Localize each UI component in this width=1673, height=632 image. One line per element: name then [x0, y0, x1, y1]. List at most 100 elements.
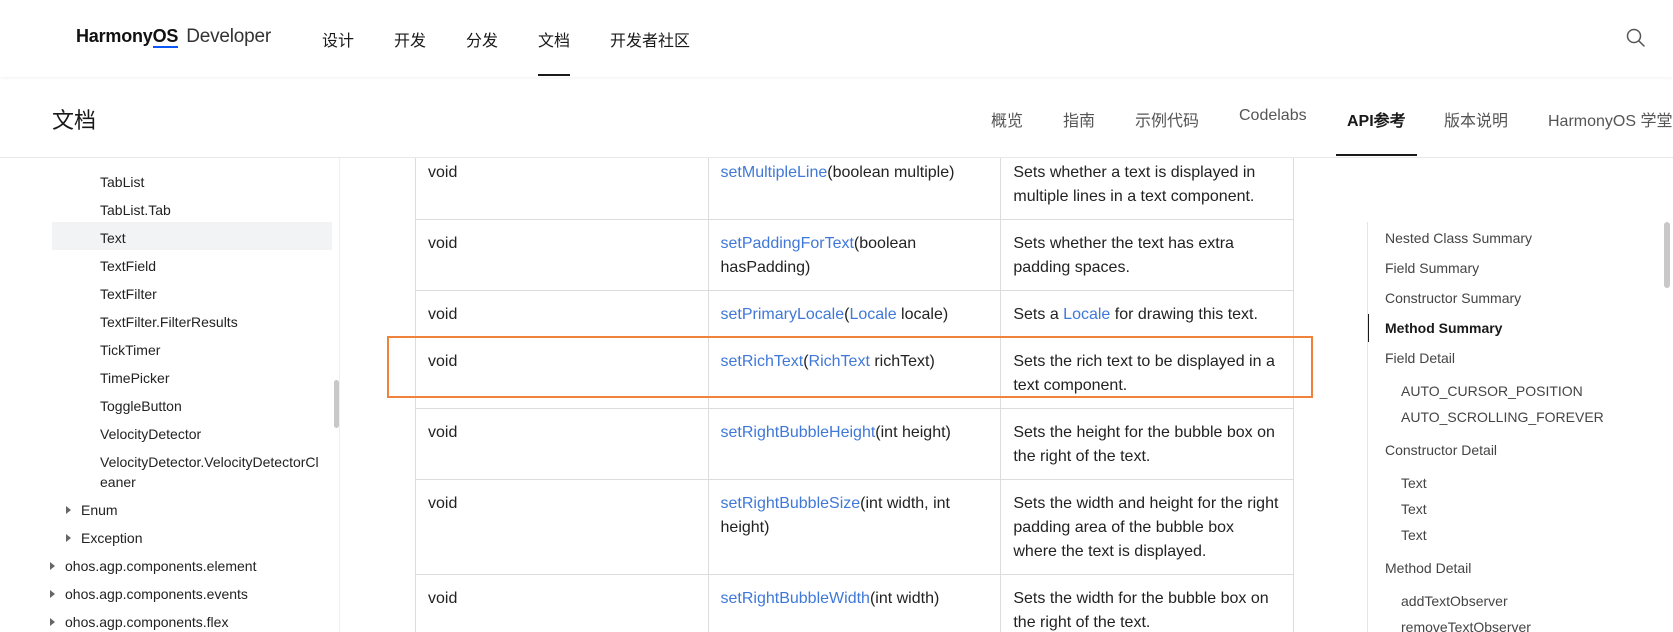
- sidebar-group-enum[interactable]: Enum: [66, 500, 118, 520]
- toc-item-method-detail[interactable]: Method Detail: [1385, 560, 1471, 576]
- return-type-cell: void: [415, 158, 709, 220]
- sidebar-item-textfield[interactable]: TextField: [100, 256, 156, 276]
- tab-sample-code[interactable]: 示例代码: [1135, 107, 1199, 131]
- method-link[interactable]: setRightBubbleSize: [721, 495, 861, 512]
- return-type-cell: void: [415, 574, 709, 632]
- return-type: void: [428, 306, 458, 323]
- method-description: Sets the height for the bubble box on th…: [1013, 424, 1275, 465]
- description-cell: Sets whether a text is displayed in mult…: [1000, 158, 1294, 220]
- method-link[interactable]: setRightBubbleWidth: [721, 590, 870, 607]
- method-link[interactable]: setRightBubbleHeight: [721, 424, 876, 441]
- sidebar-item-tablist-tab[interactable]: TabList.Tab: [100, 200, 171, 220]
- method-args: (boolean multiple): [827, 164, 955, 181]
- type-link[interactable]: Locale: [1063, 306, 1110, 323]
- method-cell: setPrimaryLocale(Locale locale): [707, 290, 1002, 338]
- sidebar-package-flex[interactable]: ohos.agp.components.flex: [50, 612, 228, 632]
- top-navigation-bar: HarmonyOS Developer 设计 开发 分发 文档 开发者社区: [0, 0, 1673, 77]
- nav-item-design[interactable]: 设计: [322, 27, 354, 51]
- return-type-cell: void: [415, 479, 709, 575]
- return-type: void: [428, 235, 458, 252]
- method-link[interactable]: setPrimaryLocale: [721, 306, 845, 323]
- type-link[interactable]: Locale: [849, 306, 896, 323]
- method-description: Sets whether the text has extra padding …: [1013, 235, 1234, 276]
- tab-overview[interactable]: 概览: [991, 107, 1023, 131]
- toc-item-constructor-summary[interactable]: Constructor Summary: [1385, 290, 1521, 306]
- sidebar-package-events-label: ohos.agp.components.events: [65, 586, 248, 602]
- method-args-rest: locale): [896, 306, 949, 323]
- page-title: 文档: [52, 108, 97, 133]
- caret-right-icon: [66, 534, 71, 542]
- description-cell: Sets the rich text to be displayed in a …: [1000, 337, 1294, 409]
- tab-api-reference[interactable]: API参考: [1336, 107, 1417, 156]
- toc-item-text-1[interactable]: Text: [1401, 475, 1427, 491]
- toc-item-constructor-detail[interactable]: Constructor Detail: [1385, 442, 1497, 458]
- toc-item-field-detail[interactable]: Field Detail: [1385, 350, 1455, 366]
- table-row: void setPrimaryLocale(Locale locale) Sets …: [415, 290, 1294, 338]
- sidebar-item-togglebutton[interactable]: ToggleButton: [100, 396, 182, 416]
- table-row: void setRightBubbleWidth(int width) Sets t…: [415, 574, 1294, 632]
- toc-item-nested-class-summary[interactable]: Nested Class Summary: [1385, 230, 1532, 246]
- sidebar-item-velocitydetector-cleaner[interactable]: VelocityDetector.VelocityDetectorCl: [100, 452, 319, 472]
- method-link[interactable]: setRichText: [721, 353, 804, 370]
- nav-item-distribute[interactable]: 分发: [466, 27, 498, 51]
- page-scrollbar[interactable]: [1664, 222, 1670, 288]
- caret-right-icon: [50, 618, 55, 626]
- type-link[interactable]: RichText: [809, 353, 870, 370]
- tab-harmonyos-academy[interactable]: HarmonyOS 学堂: [1548, 107, 1672, 131]
- api-tree-sidebar: TabList TabList.Tab Text TextField TextF…: [0, 158, 340, 632]
- sidebar-package-events[interactable]: ohos.agp.components.events: [50, 584, 248, 604]
- tab-codelabs[interactable]: Codelabs: [1239, 107, 1307, 125]
- sidebar-item-velocitydetector[interactable]: VelocityDetector: [100, 424, 201, 444]
- tab-release-notes[interactable]: 版本说明: [1444, 107, 1508, 131]
- description-cell: Sets the width for the bubble box on the…: [1000, 574, 1294, 632]
- method-link[interactable]: setMultipleLine: [721, 164, 828, 181]
- method-link[interactable]: setPaddingForText: [721, 235, 854, 252]
- toc-active-marker: [1368, 314, 1369, 342]
- toc-item-method-summary[interactable]: Method Summary: [1385, 320, 1502, 336]
- return-type-cell: void: [415, 290, 709, 338]
- sidebar-item-velocitydetector-cleaner-wrap[interactable]: eaner: [100, 472, 136, 492]
- sidebar-group-exception[interactable]: Exception: [66, 528, 142, 548]
- table-row: void setPaddingForText(boolean hasPadding…: [415, 219, 1294, 291]
- table-row: void setRichText(RichText richText) Sets t…: [415, 337, 1294, 409]
- description-cell: Sets the width and height for the right …: [1000, 479, 1294, 575]
- nav-item-docs[interactable]: 文档: [538, 27, 571, 76]
- method-summary-table: void setMultipleLine(boolean multiple) Set…: [415, 158, 1294, 632]
- tab-guide[interactable]: 指南: [1063, 107, 1095, 131]
- toc-item-auto-cursor-position[interactable]: AUTO_CURSOR_POSITION: [1401, 383, 1583, 399]
- sidebar-package-element-label: ohos.agp.components.element: [65, 558, 257, 574]
- nav-item-develop[interactable]: 开发: [394, 27, 426, 51]
- description-cell: Sets a Locale for drawing this text.: [1000, 290, 1294, 338]
- caret-right-icon: [50, 590, 55, 598]
- toc-item-addtextobserver[interactable]: addTextObserver: [1401, 593, 1508, 609]
- return-type: void: [428, 164, 458, 181]
- table-row: void setMultipleLine(boolean multiple) Set…: [415, 158, 1294, 220]
- sidebar-item-timepicker[interactable]: TimePicker: [100, 368, 170, 388]
- nav-item-community[interactable]: 开发者社区: [610, 27, 690, 51]
- method-description-rest: for drawing this text.: [1110, 306, 1258, 323]
- toc-item-auto-scrolling-forever[interactable]: AUTO_SCROLLING_FOREVER: [1401, 409, 1604, 425]
- sidebar-item-text[interactable]: Text: [52, 222, 332, 250]
- method-cell: setRightBubbleSize(int width, int height…: [707, 479, 1002, 575]
- method-description: Sets the width and height for the right …: [1013, 495, 1279, 560]
- sidebar-item-ticktimer[interactable]: TickTimer: [100, 340, 160, 360]
- caret-right-icon: [50, 562, 55, 570]
- table-row: void setRightBubbleSize(int width, int he…: [415, 479, 1294, 575]
- sidebar-group-enum-label: Enum: [81, 502, 118, 518]
- method-cell: setRightBubbleWidth(int width): [707, 574, 1002, 632]
- method-summary-content: void setMultipleLine(boolean multiple) Set…: [340, 158, 1340, 632]
- toc-item-text-3[interactable]: Text: [1401, 527, 1427, 543]
- sidebar-item-textfilter[interactable]: TextFilter: [100, 284, 157, 304]
- sidebar-package-element[interactable]: ohos.agp.components.element: [50, 556, 256, 576]
- method-description: Sets the rich text to be displayed in a …: [1013, 353, 1275, 394]
- toc-item-removetextobserver[interactable]: removeTextObserver: [1401, 619, 1531, 632]
- sidebar-item-tablist[interactable]: TabList: [100, 172, 144, 192]
- search-icon[interactable]: [1625, 27, 1647, 49]
- toc-item-text-2[interactable]: Text: [1401, 501, 1427, 517]
- toc-item-field-summary[interactable]: Field Summary: [1385, 260, 1479, 276]
- method-cell: setMultipleLine(boolean multiple): [707, 158, 1002, 220]
- sidebar-item-textfilter-filterresults[interactable]: TextFilter.FilterResults: [100, 312, 238, 332]
- harmonyos-developer-logo[interactable]: HarmonyOS Developer: [76, 26, 271, 48]
- return-type-cell: void: [415, 408, 709, 480]
- sidebar-package-flex-label: ohos.agp.components.flex: [65, 614, 229, 630]
